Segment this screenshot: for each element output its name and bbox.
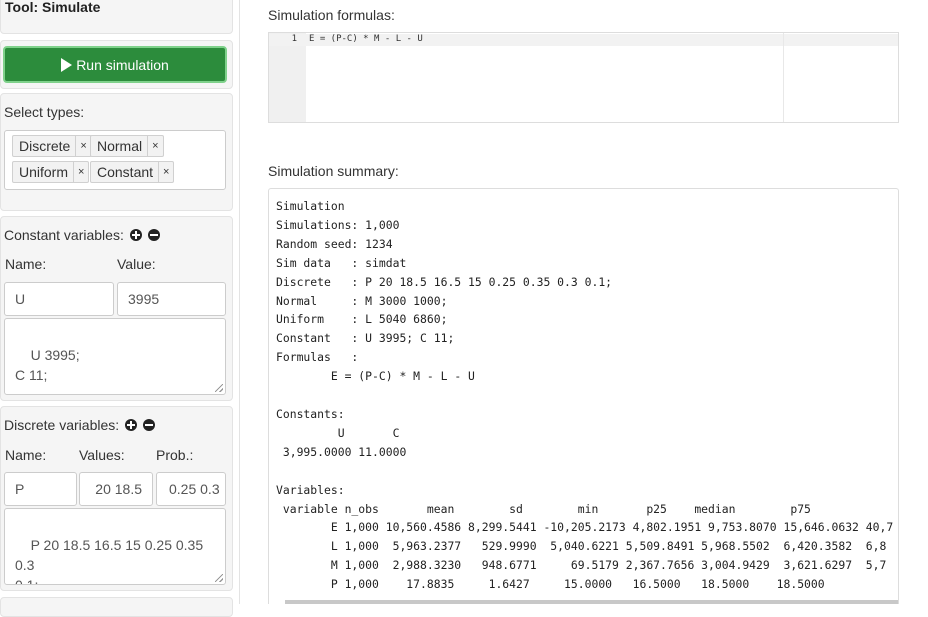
run-simulation-button[interactable]: Run simulation	[3, 46, 227, 83]
print-margin	[783, 33, 784, 122]
constant-value-input[interactable]: 3995	[117, 282, 226, 316]
constant-name-input[interactable]: U	[4, 282, 114, 316]
formulas-editor[interactable]: 1 E = (P-C) * M - L - U	[268, 32, 899, 123]
type-tag-uniform[interactable]: Uniform ×	[12, 161, 90, 183]
remove-icon[interactable]: ×	[158, 162, 173, 182]
discrete-prob-label: Prob.:	[156, 447, 194, 463]
discrete-variables-textarea[interactable]: P 20 18.5 16.5 15 0.25 0.35 0.3 0.1;	[4, 508, 226, 585]
constant-variables-textarea[interactable]: U 3995; C 11;	[4, 318, 226, 395]
line-number: 1	[291, 34, 297, 44]
summary-text: Simulation Simulations: 1,000 Random see…	[276, 199, 894, 592]
type-tag-discrete[interactable]: Discrete ×	[12, 135, 92, 157]
simulation-summary-output: Simulation Simulations: 1,000 Random see…	[268, 188, 899, 604]
sidebar: Tool: Simulate Run simulation Select typ…	[0, 0, 240, 617]
remove-icon[interactable]: ×	[147, 136, 162, 156]
remove-discrete-icon[interactable]	[142, 419, 155, 431]
simulation-summary-label: Simulation summary:	[268, 163, 399, 179]
next-panel	[0, 597, 233, 617]
horizontal-scrollbar[interactable]	[285, 600, 898, 604]
run-simulation-label: Run simulation	[76, 56, 169, 73]
remove-constant-icon[interactable]	[147, 229, 160, 241]
constant-value-label: Value:	[117, 256, 156, 272]
resize-grip-icon[interactable]	[215, 574, 223, 582]
discrete-variables-heading: Discrete variables:	[4, 417, 155, 433]
formula-code-line[interactable]: E = (P-C) * M - L - U	[309, 34, 423, 44]
constant-variables-heading: Constant variables:	[4, 227, 160, 243]
remove-icon[interactable]: ×	[73, 162, 88, 182]
discrete-prob-input[interactable]: 0.25 0.3	[156, 472, 226, 506]
discrete-name-input[interactable]: P	[4, 472, 77, 506]
discrete-values-input[interactable]: 20 18.5	[79, 472, 153, 506]
discrete-values-label: Values:	[79, 447, 125, 463]
constant-name-label: Name:	[5, 256, 47, 272]
tool-title: Tool: Simulate	[5, 0, 101, 15]
simulation-formulas-label: Simulation formulas:	[268, 7, 395, 23]
type-tag-constant[interactable]: Constant ×	[90, 161, 175, 183]
select-types-label: Select types:	[4, 104, 85, 120]
types-select[interactable]: Discrete × Normal × Uniform × Constant ×	[4, 130, 226, 190]
add-constant-icon[interactable]	[129, 229, 142, 241]
editor-gutter	[269, 33, 306, 122]
discrete-name-label: Name:	[5, 447, 47, 463]
add-discrete-icon[interactable]	[125, 419, 138, 431]
tool-header-panel: Tool: Simulate	[0, 0, 233, 34]
type-tag-normal[interactable]: Normal ×	[90, 135, 164, 157]
remove-icon[interactable]: ×	[75, 136, 90, 156]
resize-grip-icon[interactable]	[215, 384, 223, 392]
play-icon	[61, 57, 73, 72]
